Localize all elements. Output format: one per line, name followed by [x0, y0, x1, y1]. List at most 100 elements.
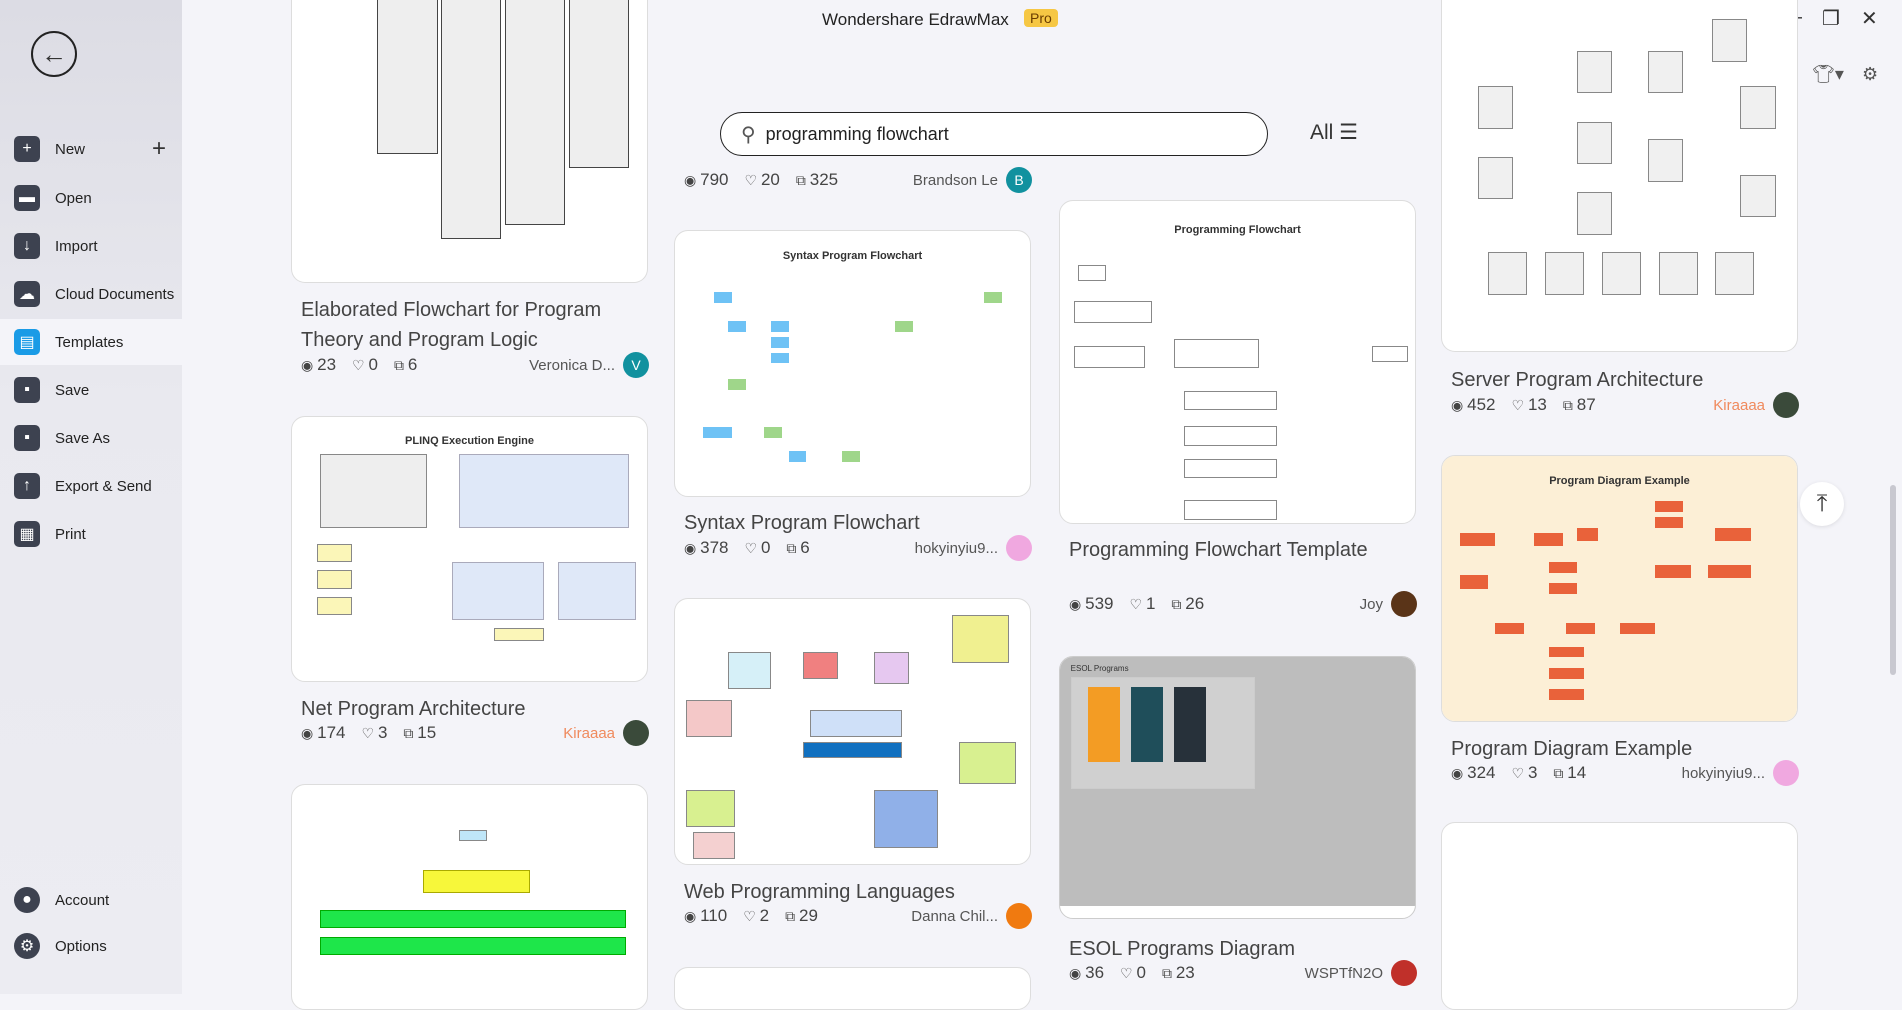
settings-gear-icon[interactable]: ⚙: [1862, 64, 1878, 85]
stat-value: 0: [1136, 963, 1146, 982]
template-title[interactable]: Server Program Architecture: [1451, 365, 1811, 395]
filter-all-button[interactable]: All ☰: [1310, 120, 1358, 145]
template-thumbnail[interactable]: ESOL Programs: [1059, 656, 1416, 919]
template-stats: ◉ 790 ♡ 20 ⧉ 325 Brandson Le B: [684, 167, 1040, 193]
diagram-shape: [1740, 86, 1776, 129]
sidebar-item-options[interactable]: ⚙ Options: [0, 923, 182, 969]
template-thumbnail[interactable]: Syntax Program Flowchart: [674, 230, 1031, 497]
restore-icon[interactable]: ❐: [1822, 6, 1840, 31]
author-name[interactable]: Joy: [1360, 596, 1383, 613]
eye-icon: ◉: [1069, 965, 1086, 981]
template-thumbnail[interactable]: Program Diagram Example: [1441, 455, 1798, 722]
sidebar-item-account[interactable]: ● Account: [0, 877, 182, 923]
pro-badge: Pro: [1024, 9, 1058, 27]
skin-icon[interactable]: 👕︎▾: [1812, 64, 1844, 85]
sidebar-item-open[interactable]: ▬ Open: [0, 175, 182, 221]
stat-views: ◉ 110: [684, 906, 727, 926]
search-input[interactable]: [765, 123, 1226, 145]
author-name[interactable]: Danna Chil...: [911, 908, 998, 925]
author-name[interactable]: Brandson Le: [913, 172, 998, 189]
diagram-shape: [451, 562, 545, 621]
author-avatar[interactable]: V: [623, 352, 649, 378]
gear-icon: ⚙: [14, 933, 40, 959]
stat-views: ◉ 452: [1451, 395, 1495, 415]
diagram-shape: [703, 427, 732, 438]
filter-label: All: [1310, 121, 1334, 144]
author-avatar[interactable]: [1391, 960, 1417, 986]
diagram-shape: [1708, 564, 1751, 578]
author-avatar[interactable]: [1391, 591, 1417, 617]
sidebar-item-label: Templates: [55, 333, 124, 351]
templates-icon: ▤: [14, 329, 40, 355]
diagram-shape: [1576, 527, 1599, 541]
eye-icon: ◉: [301, 357, 318, 373]
author-name[interactable]: hokyinyiu9...: [1682, 765, 1765, 782]
back-to-top-icon[interactable]: ⤒: [1800, 482, 1844, 526]
sidebar-item-cloud-documents[interactable]: ☁ Cloud Documents: [0, 271, 182, 317]
diagram-shape: [1077, 265, 1107, 282]
heart-icon: ♡: [743, 908, 760, 924]
author-avatar[interactable]: [1773, 760, 1799, 786]
author-avatar[interactable]: [623, 720, 649, 746]
diagram-shape: [1495, 622, 1524, 634]
eye-icon: ◉: [684, 908, 701, 924]
template-title[interactable]: Programming Flowchart Template: [1069, 535, 1429, 565]
author-name[interactable]: WSPTfN2O: [1305, 965, 1383, 982]
template-thumbnail[interactable]: [291, 0, 648, 283]
template-title[interactable]: Elaborated Flowchart for Program Theory …: [301, 295, 661, 355]
template-thumbnail[interactable]: [674, 967, 1031, 1010]
author-name[interactable]: Kiraaaa: [1713, 397, 1765, 414]
author-name[interactable]: Kiraaaa: [563, 725, 615, 742]
template-thumbnail[interactable]: [1441, 822, 1798, 1010]
template-title[interactable]: ESOL Programs Diagram: [1069, 934, 1429, 964]
thumbnail-image: [675, 599, 1030, 864]
add-icon[interactable]: +: [152, 135, 166, 163]
template-thumbnail[interactable]: [1441, 0, 1798, 352]
sidebar-item-print[interactable]: ▦ Print: [0, 511, 182, 557]
search-bar[interactable]: ⚲: [720, 112, 1268, 156]
diagram-shape: [685, 699, 732, 737]
sidebar-item-save[interactable]: ▪ Save: [0, 367, 182, 413]
sidebar-item-import[interactable]: ↓ Import: [0, 223, 182, 269]
thumbnail-image: Syntax Program Flowchart: [675, 231, 1030, 496]
sidebar-item-label: New: [55, 140, 86, 158]
sidebar-item-label: Open: [55, 189, 92, 207]
template-thumbnail[interactable]: [291, 784, 648, 1010]
diagram-shape: [1184, 426, 1277, 446]
template-thumbnail[interactable]: PLINQ Execution Engine: [291, 416, 648, 682]
diagram-shape: [316, 570, 353, 589]
stat-value: 325: [809, 170, 839, 189]
thumbnail-image: [292, 0, 647, 282]
sidebar-item-export-send[interactable]: ↑ Export & Send: [0, 463, 182, 509]
stat-value: 29: [799, 906, 818, 925]
sidebar-item-save-as[interactable]: ▪ Save As: [0, 415, 182, 461]
sidebar-item-new[interactable]: + New +: [0, 126, 182, 172]
thumbnail-image: [1442, 0, 1797, 351]
author-avatar[interactable]: [1773, 392, 1799, 418]
diagram-shape: [320, 910, 626, 929]
print-icon: ▦: [14, 521, 40, 547]
template-title[interactable]: Program Diagram Example: [1451, 734, 1811, 764]
close-icon[interactable]: ✕: [1861, 6, 1878, 31]
author-avatar[interactable]: [1006, 535, 1032, 561]
back-arrow-icon[interactable]: ←: [31, 31, 77, 77]
eye-icon: ◉: [1451, 765, 1468, 781]
diagram-shape: [685, 789, 736, 827]
diagram-shape: [1184, 500, 1277, 520]
template-thumbnail[interactable]: Programming Flowchart: [1059, 200, 1416, 524]
author-avatar[interactable]: B: [1006, 167, 1032, 193]
author-avatar[interactable]: [1006, 903, 1032, 929]
diagram-shape: [1619, 622, 1655, 634]
stat-copies: ⧉ 26: [1171, 594, 1204, 614]
author-name[interactable]: Veronica D...: [529, 357, 615, 374]
template-thumbnail[interactable]: [674, 598, 1031, 865]
template-title[interactable]: Net Program Architecture: [301, 694, 661, 724]
sidebar-item-templates[interactable]: ▤ Templates: [0, 319, 182, 365]
template-title[interactable]: Web Programming Languages: [684, 877, 1044, 907]
scrollbar[interactable]: [1890, 485, 1896, 675]
stat-value: 790: [700, 170, 729, 189]
diagram-shape: [802, 652, 839, 679]
template-title[interactable]: Syntax Program Flowchart: [684, 508, 1044, 538]
author-name[interactable]: hokyinyiu9...: [915, 540, 998, 557]
diagram-shape: [692, 832, 736, 859]
